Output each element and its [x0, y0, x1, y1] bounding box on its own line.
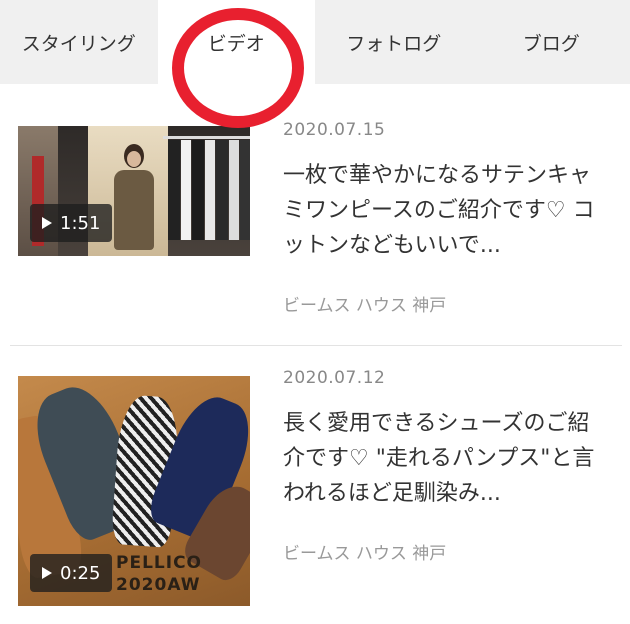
post-title[interactable]: 一枚で華やかになるサテンキャミワンピースのご紹介です♡ コットンなどもいいで..…: [283, 158, 603, 263]
video-duration-badge: 0:25: [30, 554, 113, 592]
shop-name[interactable]: ビームス ハウス 神戸: [283, 539, 603, 564]
play-icon: [42, 567, 52, 579]
video-thumbnail[interactable]: 1:51: [18, 126, 250, 256]
tab-blog[interactable]: ブログ: [473, 0, 630, 84]
video-list-item[interactable]: 1:51 2020.07.15 一枚で華やかになるサテンキャミワンピースのご紹介…: [0, 84, 630, 346]
post-title[interactable]: 長く愛用できるシューズのご紹介です♡ "走れるパンプス"と言われるほど足馴染み.…: [283, 406, 603, 511]
thumbnail-caption: PELLICO 2020AW: [116, 553, 202, 595]
video-thumbnail[interactable]: PELLICO 2020AW 0:25: [18, 376, 250, 606]
tab-styling[interactable]: スタイリング: [0, 0, 158, 84]
duration-text: 1:51: [60, 212, 101, 234]
video-list-item[interactable]: PELLICO 2020AW 0:25 2020.07.12 長く愛用できるシュ…: [0, 346, 630, 616]
tab-label: スタイリング: [21, 32, 136, 55]
tab-label: ブログ: [522, 32, 580, 55]
tab-bar: スタイリング ビデオ フォトログ ブログ: [0, 0, 630, 84]
video-duration-badge: 1:51: [30, 204, 113, 242]
play-icon: [42, 217, 52, 229]
tab-photolog[interactable]: フォトログ: [315, 0, 473, 84]
post-date: 2020.07.15: [283, 120, 386, 140]
video-meta: 2020.07.12 長く愛用できるシューズのご紹介です♡ "走れるパンプス"と…: [283, 368, 603, 564]
duration-text: 0:25: [60, 562, 101, 584]
tab-label: ビデオ: [207, 32, 265, 55]
tab-label: フォトログ: [346, 32, 442, 55]
tab-video[interactable]: ビデオ: [157, 0, 315, 84]
video-meta: 2020.07.15 一枚で華やかになるサテンキャミワンピースのご紹介です♡ コ…: [283, 120, 603, 316]
post-date: 2020.07.12: [283, 368, 386, 388]
shop-name[interactable]: ビームス ハウス 神戸: [283, 291, 603, 316]
